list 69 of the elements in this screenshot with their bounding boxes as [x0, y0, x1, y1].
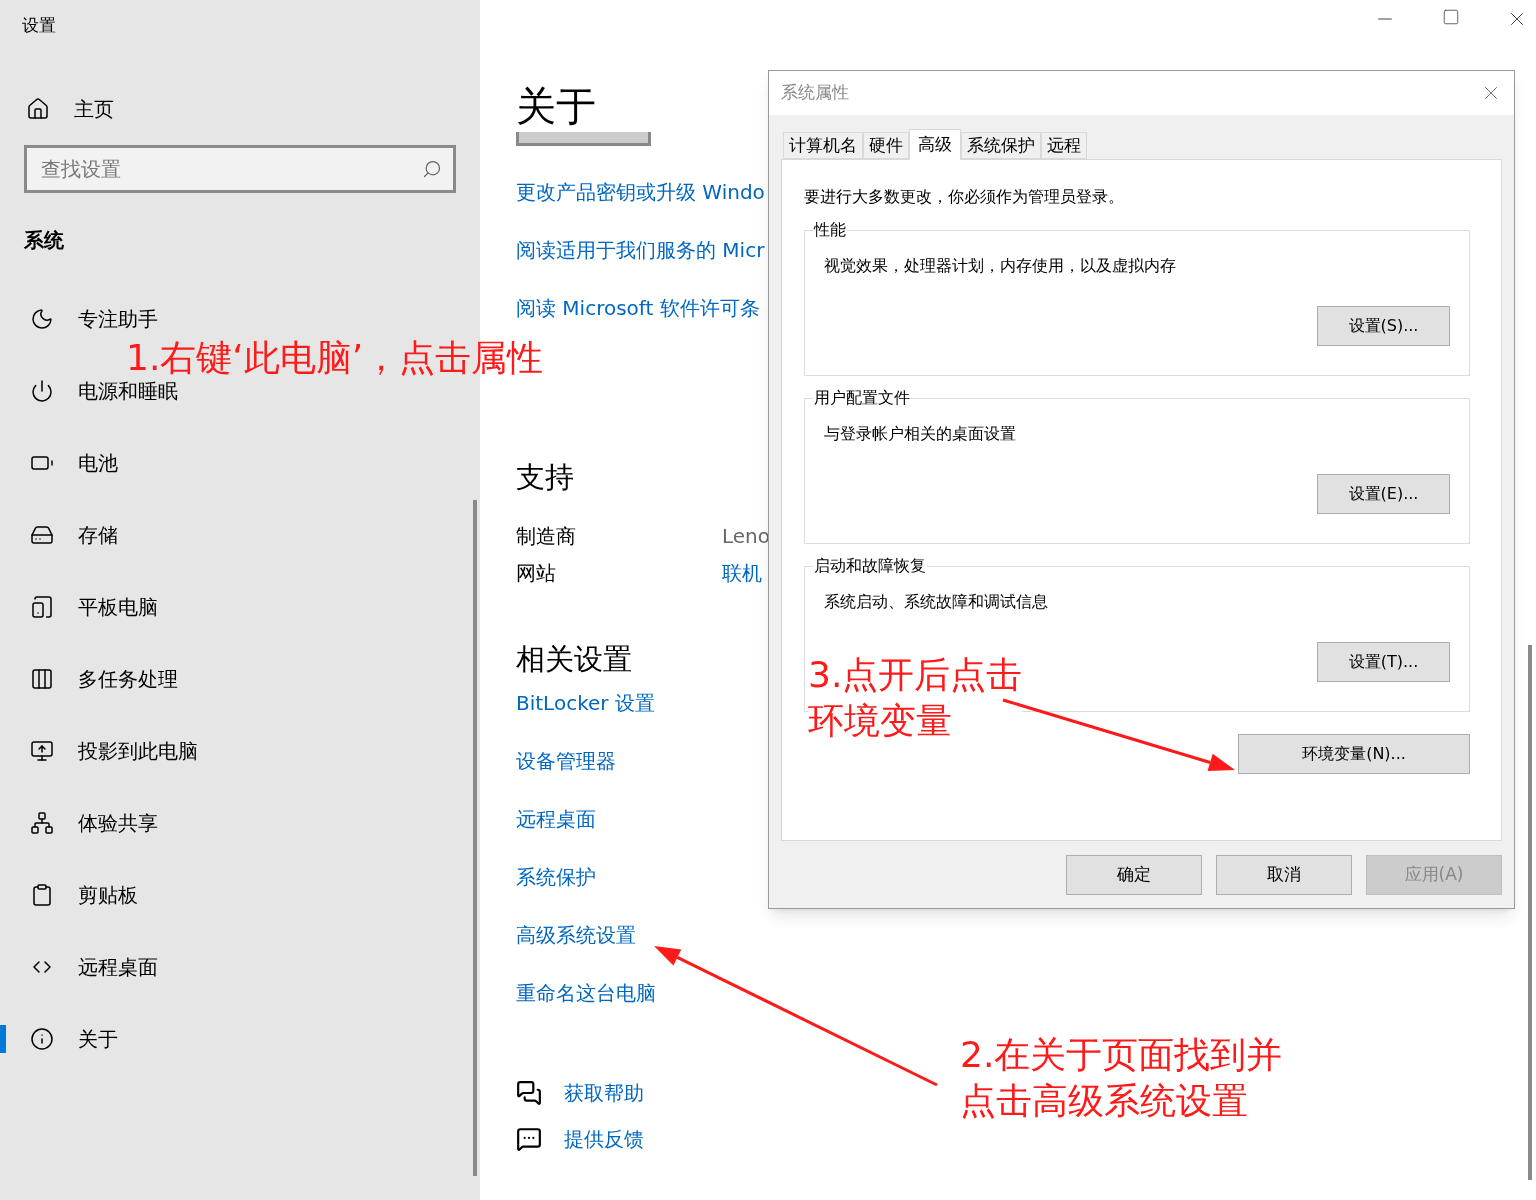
network-icon: [30, 811, 54, 835]
section-heading: 系统: [24, 228, 64, 252]
sidebar-item[interactable]: 投影到此电脑: [0, 737, 480, 765]
group-description: 与登录帐户相关的桌面设置: [824, 423, 1017, 445]
home-icon: [26, 97, 50, 121]
scrollbar[interactable]: [473, 500, 477, 1176]
link[interactable]: BitLocker 设置: [516, 689, 656, 718]
maximize-button[interactable]: [1442, 8, 1460, 26]
tab[interactable]: 系统保护: [961, 132, 1041, 159]
tab[interactable]: 硬件: [863, 132, 909, 159]
tab[interactable]: 远程: [1041, 132, 1087, 159]
clipboard-icon: [30, 883, 54, 907]
group-description: 视觉效果，处理器计划，内存使用，以及虚拟内存: [824, 255, 1177, 277]
group-title: 用户配置文件: [813, 387, 911, 409]
link[interactable]: 高级系统设置: [516, 921, 656, 950]
monitor-icon: [30, 739, 54, 763]
link[interactable]: 远程桌面: [516, 805, 656, 834]
tab[interactable]: 高级: [909, 129, 961, 160]
link[interactable]: 更改产品密钥或升级 Windo: [516, 178, 765, 206]
link[interactable]: 阅读适用于我们服务的 Micr: [516, 236, 765, 264]
link[interactable]: 阅读 Microsoft 软件许可条: [516, 294, 765, 322]
group-description: 系统启动、系统故障和调试信息: [824, 591, 1049, 613]
link[interactable]: 重命名这台电脑: [516, 979, 656, 1008]
message-icon: [516, 1126, 542, 1152]
link[interactable]: 联机: [722, 558, 762, 588]
sidebar-item[interactable]: 体验共享: [0, 809, 480, 837]
info-icon: [30, 1027, 54, 1051]
search-field[interactable]: 查找设置: [24, 145, 456, 193]
dialog-button[interactable]: 确定: [1066, 855, 1202, 895]
settings-button[interactable]: 设置(S)...: [1317, 306, 1450, 346]
tablet-icon: [30, 595, 54, 619]
moon-icon: [30, 307, 54, 331]
section-heading: 支持: [516, 459, 574, 496]
chat-icon: [516, 1080, 542, 1106]
dialog-button[interactable]: 取消: [1216, 855, 1352, 895]
page-heading: 关于: [516, 82, 596, 131]
info-value: Leno: [722, 522, 770, 550]
search-icon: [422, 159, 442, 179]
link[interactable]: 系统保护: [516, 863, 656, 892]
link[interactable]: 提供反馈: [564, 1124, 644, 1154]
environment-variables-button[interactable]: 环境变量(N)...: [1238, 734, 1470, 774]
sidebar-item[interactable]: 多任务处理: [0, 665, 480, 693]
sidebar-item[interactable]: 平板电脑: [0, 593, 480, 621]
sidebar-item[interactable]: 电池: [0, 449, 480, 477]
sidebar-item[interactable]: 远程桌面: [0, 953, 480, 981]
drive-icon: [30, 523, 54, 547]
sidebar-item[interactable]: 存储: [0, 521, 480, 549]
info-label: 制造商: [516, 522, 577, 550]
sidebar-item[interactable]: 电源和睡眠: [0, 377, 480, 405]
link[interactable]: 获取帮助: [564, 1078, 644, 1108]
window-title: 设置: [22, 15, 56, 35]
settings-button[interactable]: 设置(E)...: [1317, 474, 1450, 514]
tab[interactable]: 计算机名: [783, 132, 863, 159]
scrollbar[interactable]: [1528, 645, 1532, 1180]
section-heading: 相关设置: [516, 640, 632, 678]
power-icon: [30, 379, 54, 403]
sidebar-item[interactable]: 剪贴板: [0, 881, 480, 909]
info-label: 网站: [516, 559, 557, 587]
settings-button[interactable]: 设置(T)...: [1317, 642, 1450, 682]
annotation-text: 1.右键‘此电脑’，点击属性: [126, 339, 544, 377]
columns-icon: [30, 667, 54, 691]
notice-text: 要进行大多数更改，你必须作为管理员登录。: [804, 186, 1124, 208]
annotation-text: 2.在关于页面找到并 点击高级系统设置: [960, 1033, 1283, 1123]
group-title: 启动和故障恢复: [813, 555, 927, 577]
link[interactable]: 设备管理器: [516, 747, 656, 776]
home-nav-item[interactable]: 主页: [0, 85, 480, 133]
sidebar-item[interactable]: 专注助手: [0, 305, 480, 333]
dialog-title: 系统属性: [781, 81, 849, 105]
group-title: 性能: [813, 219, 847, 241]
